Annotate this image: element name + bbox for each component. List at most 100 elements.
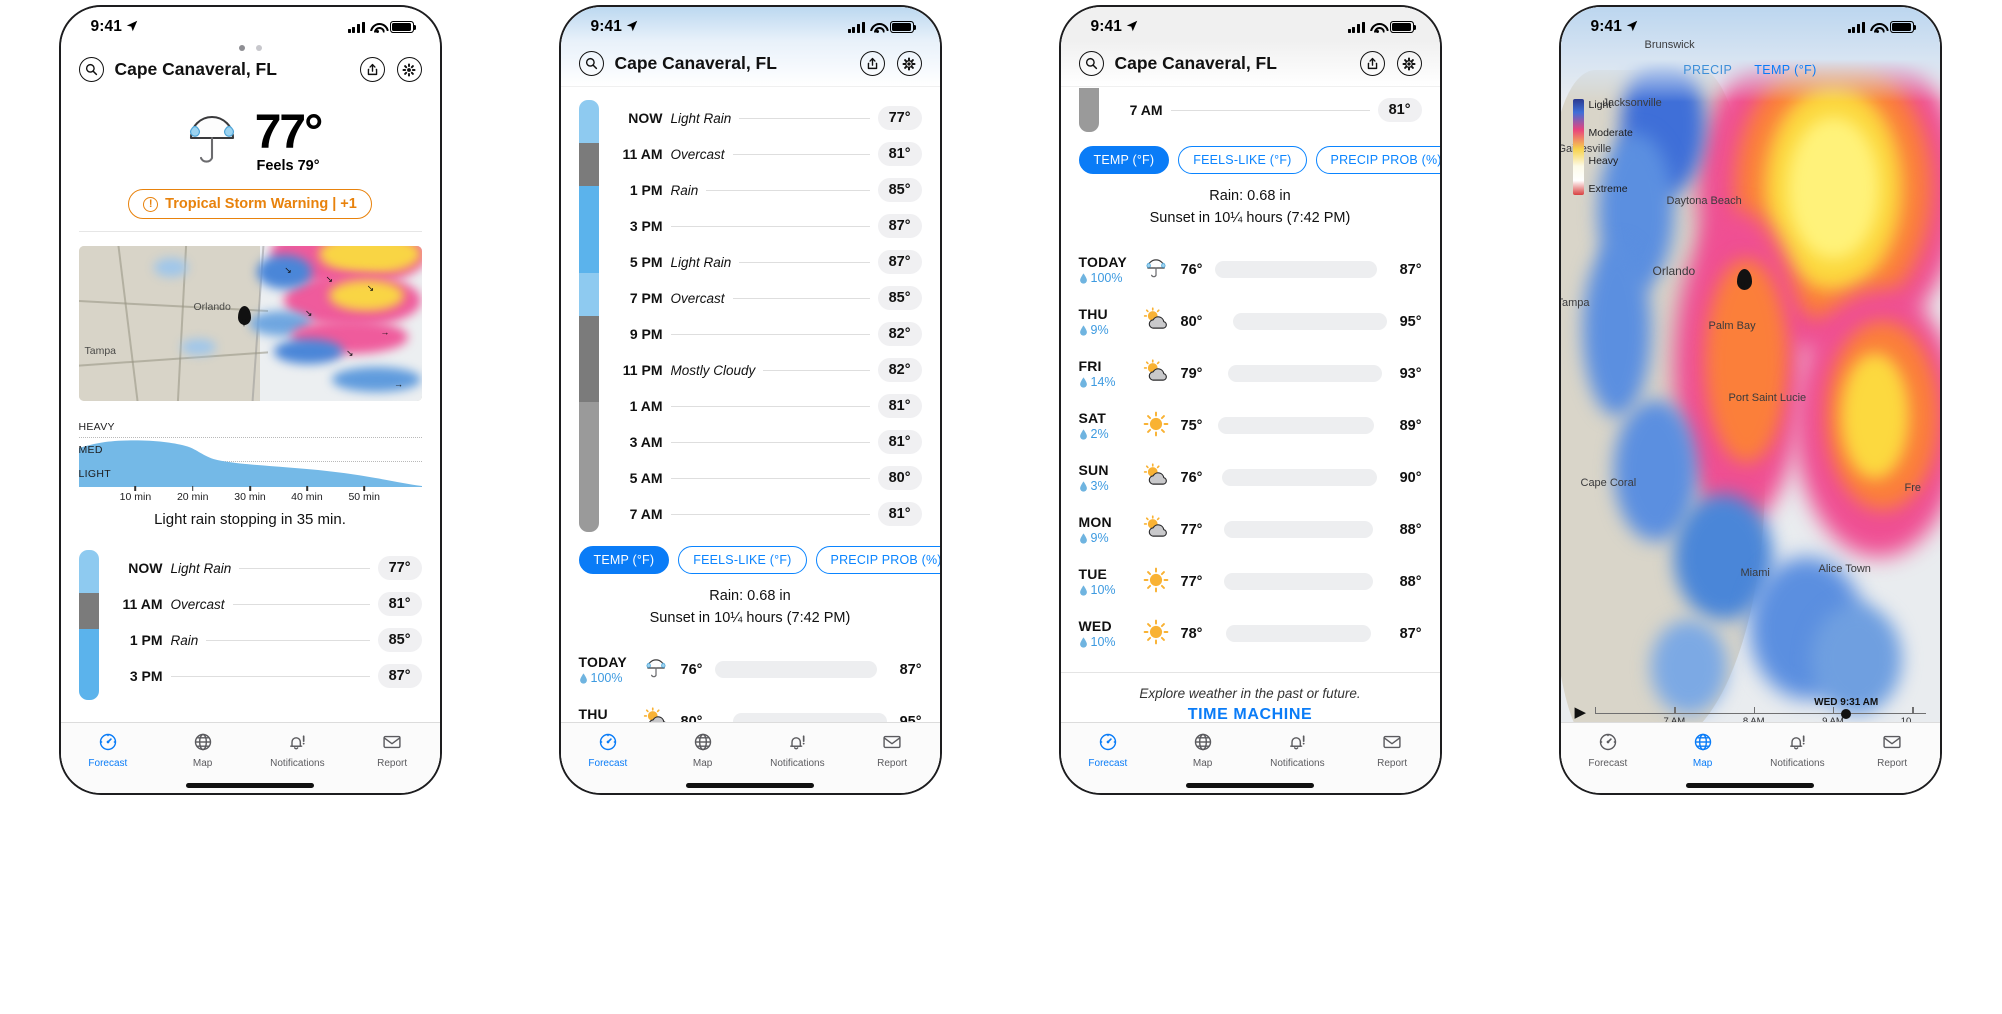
hour-row[interactable]: 11 AM Overcast 81°: [609, 136, 922, 172]
share-icon[interactable]: [1360, 51, 1385, 76]
day-name-block: THU 9%: [1079, 306, 1131, 337]
tab-notifications[interactable]: Notifications: [250, 723, 345, 778]
scrubber-knob[interactable]: [1841, 709, 1851, 719]
tab-label: Notifications: [270, 758, 324, 769]
search-icon[interactable]: [579, 51, 604, 76]
hour-row[interactable]: 9 PM 82°: [609, 316, 922, 352]
battery-icon: [1390, 21, 1414, 33]
tab-map[interactable]: Map: [655, 723, 750, 778]
envelope-icon: [1382, 732, 1402, 756]
metric-selector-s3[interactable]: TEMP (°F)FEELS-LIKE (°F)PRECIP PROB (%)P…: [1061, 132, 1440, 174]
weather-alert-banner[interactable]: ! Tropical Storm Warning | +1: [128, 189, 372, 219]
metric-pill-0[interactable]: TEMP (°F): [1079, 146, 1170, 174]
hour-row[interactable]: 3 PM 87°: [609, 208, 922, 244]
status-bar: 9:41: [1061, 7, 1440, 41]
hour-condition: Overcast: [171, 597, 225, 612]
tab-forecast[interactable]: Forecast: [561, 723, 656, 778]
hour-row[interactable]: 11 PM Mostly Cloudy 82°: [609, 352, 922, 388]
hour-row[interactable]: 5 PM Light Rain 87°: [609, 244, 922, 280]
tab-label: Report: [1377, 758, 1407, 769]
tab-precip[interactable]: PRECIP: [1683, 63, 1732, 77]
precip-summary-text: Light rain stopping in 35 min.: [61, 511, 440, 528]
time-machine-link[interactable]: TIME MACHINE: [1061, 706, 1440, 723]
day-label: WED: [1079, 618, 1131, 634]
tab-report[interactable]: Report: [345, 723, 440, 778]
battery-icon: [890, 21, 914, 33]
xtick-40min: 40 min: [291, 491, 323, 503]
metric-selector-s2[interactable]: TEMP (°F)FEELS-LIKE (°F)PRECIP PROB (%)P…: [561, 532, 940, 574]
hour-row[interactable]: 1 PM Rain 85°: [609, 172, 922, 208]
hour-row[interactable]: 7 PM Overcast 85°: [609, 280, 922, 316]
tab-notifications[interactable]: Notifications: [750, 723, 845, 778]
hourly-scroll-area[interactable]: NOW Light Rain 77° 11 AM Overcast 81° 1 …: [561, 86, 940, 722]
day-precip-prob: 2%: [1079, 427, 1131, 441]
hour-row[interactable]: 1 PM Rain 85°: [109, 622, 422, 658]
hour-row[interactable]: 7 AM 81°: [1109, 88, 1422, 132]
hour-temp: 81°: [878, 430, 922, 454]
page-title: Cape Canaveral, FL: [615, 53, 849, 74]
gear-icon[interactable]: [397, 57, 422, 82]
tab-map[interactable]: Map: [1155, 723, 1250, 778]
hour-time: 5 AM: [609, 470, 663, 486]
wind-arrow-icon: →: [380, 327, 389, 337]
full-radar-map[interactable]: PRECIP TEMP (°F) Light Moderate Heavy Ex…: [1561, 7, 1940, 793]
share-icon[interactable]: [860, 51, 885, 76]
daily-row[interactable]: FRI 14% 79° 93°: [1079, 348, 1422, 400]
hour-time: NOW: [609, 110, 663, 126]
daily-row[interactable]: THU 9% 80° 95°: [579, 696, 922, 723]
daily-row[interactable]: SUN 3% 76° 90°: [1079, 452, 1422, 504]
metric-pill-0[interactable]: TEMP (°F): [579, 546, 670, 574]
daily-row[interactable]: TODAY 100% 76° 87°: [579, 644, 922, 696]
metric-pill-1[interactable]: FEELS-LIKE (°F): [1178, 146, 1306, 174]
play-icon[interactable]: ▶: [1575, 703, 1587, 721]
gauge-icon: [598, 732, 618, 756]
hour-row[interactable]: NOW Light Rain 77°: [109, 550, 422, 586]
gear-icon[interactable]: [1397, 51, 1422, 76]
map-layer-tabs[interactable]: PRECIP TEMP (°F): [1561, 63, 1940, 77]
search-icon[interactable]: [1079, 51, 1104, 76]
hour-row[interactable]: 1 AM 81°: [609, 388, 922, 424]
tab-notifications[interactable]: Notifications: [1750, 723, 1845, 778]
tab-report[interactable]: Report: [845, 723, 940, 778]
daily-row[interactable]: SAT 2% 75° 89°: [1079, 400, 1422, 452]
tab-forecast[interactable]: Forecast: [61, 723, 156, 778]
gear-icon[interactable]: [897, 51, 922, 76]
metric-pill-2[interactable]: PRECIP PROB (%): [816, 546, 940, 574]
share-icon[interactable]: [360, 57, 385, 82]
tab-report[interactable]: Report: [1345, 723, 1440, 778]
day-precip-prob: 9%: [1079, 531, 1131, 545]
hour-row[interactable]: 5 AM 80°: [609, 460, 922, 496]
tab-notifications[interactable]: Notifications: [1250, 723, 1345, 778]
tab-report[interactable]: Report: [1845, 723, 1940, 778]
tab-bar-screen3: Forecast Map Notifications Report: [1061, 722, 1440, 778]
hourly-condition-bar: [579, 100, 599, 532]
daily-row[interactable]: WED 10% 78° 87°: [1079, 608, 1422, 660]
hour-row[interactable]: 7 AM 81°: [609, 496, 922, 532]
tab-temp[interactable]: TEMP (°F): [1754, 63, 1817, 77]
daily-scroll-area[interactable]: 7 AM 81° TEMP (°F) FEELS-LIKE (°F) PRECIP …: [1061, 86, 1440, 722]
daily-row[interactable]: THU 9% 80° 95°: [1079, 296, 1422, 348]
day-low-temp: 77°: [1181, 522, 1203, 538]
hour-row[interactable]: 11 AM Overcast 81°: [109, 586, 422, 622]
search-icon[interactable]: [79, 57, 104, 82]
daily-row[interactable]: TODAY 100% 76° 87°: [1079, 244, 1422, 296]
hour-row[interactable]: NOW Light Rain 77°: [609, 100, 922, 136]
hour-condition: Light Rain: [671, 111, 732, 126]
map-label-orlando: Orlando: [194, 301, 231, 313]
hour-temp: 81°: [378, 592, 422, 616]
radar-mini-map[interactable]: Orlando Tampa ↘ ↘ ↘ ↘ → ↘ →: [79, 246, 422, 401]
daily-row[interactable]: TUE 10% 77° 88°: [1079, 556, 1422, 608]
tab-map[interactable]: Map: [155, 723, 250, 778]
current-temperature: 77°: [255, 109, 322, 157]
daily-row[interactable]: MON 9% 77° 88°: [1079, 504, 1422, 556]
hour-row[interactable]: 3 AM 81°: [609, 424, 922, 460]
tab-forecast[interactable]: Forecast: [1061, 723, 1156, 778]
metric-pill-2[interactable]: PRECIP PROB (%): [1316, 146, 1440, 174]
tab-map[interactable]: Map: [1655, 723, 1750, 778]
forecast-scroll-area[interactable]: 77° Feels 79° ! Tropical Storm Warning |…: [61, 92, 440, 722]
metric-pill-1[interactable]: FEELS-LIKE (°F): [678, 546, 806, 574]
hour-connector-line: [171, 676, 370, 677]
tab-forecast[interactable]: Forecast: [1561, 723, 1656, 778]
page-dots[interactable]: [61, 41, 440, 51]
hour-row[interactable]: 3 PM 87°: [109, 658, 422, 694]
